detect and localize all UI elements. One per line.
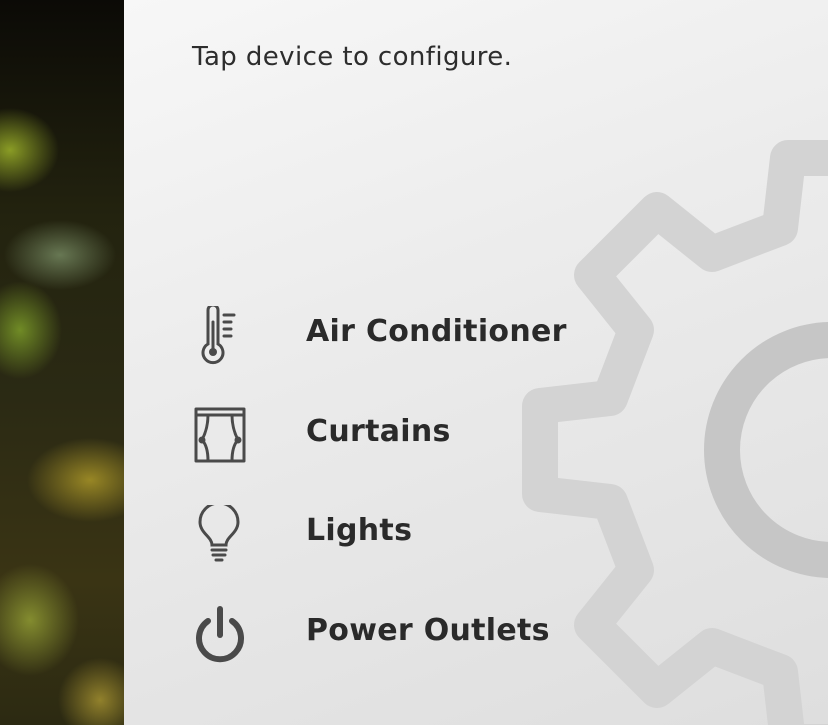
device-panel: Tap device to configure. Air Conditioner bbox=[124, 0, 828, 725]
background-photo bbox=[0, 0, 124, 725]
device-air-conditioner[interactable]: Air Conditioner bbox=[190, 300, 710, 400]
device-list: Air Conditioner Curtains Lights Power Ou… bbox=[190, 300, 710, 698]
device-label: Air Conditioner bbox=[306, 314, 567, 349]
lightbulb-icon bbox=[190, 505, 250, 565]
instruction-text: Tap device to configure. bbox=[192, 42, 513, 72]
device-power-outlets[interactable]: Power Outlets bbox=[190, 599, 710, 699]
device-label: Power Outlets bbox=[306, 612, 550, 648]
device-lights[interactable]: Lights bbox=[190, 499, 710, 599]
thermometer-icon bbox=[190, 306, 250, 366]
curtains-icon bbox=[190, 406, 250, 466]
device-label: Curtains bbox=[306, 413, 451, 449]
power-icon bbox=[190, 605, 250, 665]
device-curtains[interactable]: Curtains bbox=[190, 400, 710, 500]
device-label: Lights bbox=[306, 513, 413, 548]
